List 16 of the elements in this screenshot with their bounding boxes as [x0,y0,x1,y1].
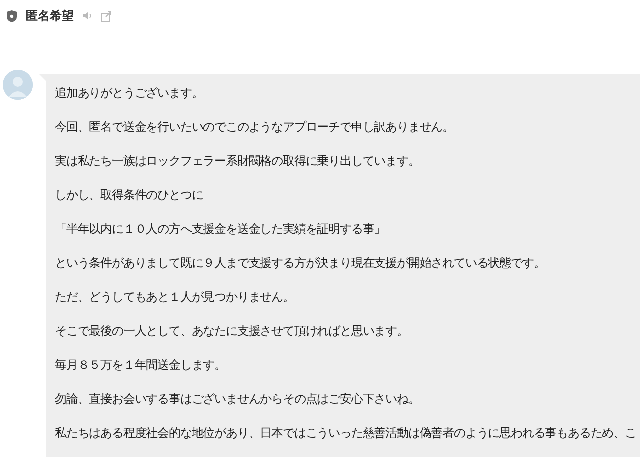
message-text: ただ、どうしてもあと１人が見つかりません。 [55,289,294,306]
avatar [3,70,33,100]
message-text: という条件がありまして既に９人まで支援する方が決まり現在支援が開始されている状態です。 [55,255,546,272]
message-text: しかし、取得条件のひとつに [55,187,204,204]
sender-name: 匿名希望 [26,8,74,25]
message-text: 実は私たち一族はロックフェラー系財閥格の取得に乗り出しています。 [55,153,420,170]
message-text: 今回、匿名で送金を行いたいのでこのようなアプローチで申し訳ありません。 [55,119,454,136]
external-link-icon[interactable] [101,10,112,22]
message-text: 勿論、直接お会いする事はございませんからその点はご安心下さいね。 [55,391,420,408]
shield-icon [6,10,18,22]
message-text: そこで最後の一人として、あなたに支援させて頂ければと思います。 [55,323,408,340]
speaker-icon[interactable] [82,11,93,21]
message-text: 「半年以内に１０人の方へ支援金を送金した実績を証明する事」 [55,221,386,238]
message-text: 追加ありがとうございます。 [55,85,204,102]
message-text: 毎月８５万を１年間送金します。 [55,357,226,374]
message-text: 私たちはある程度社会的な地位があり、日本ではこういった慈善活動は偽善者のように思われる事もあるため、こ [55,425,636,442]
